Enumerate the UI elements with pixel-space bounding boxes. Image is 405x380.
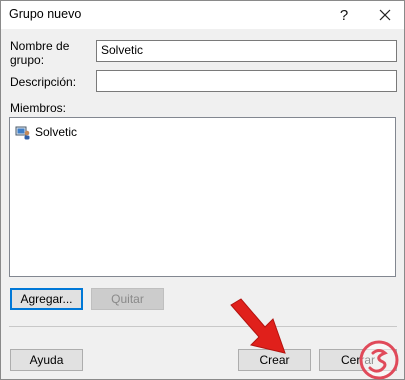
close-title-button[interactable]: [365, 1, 405, 29]
red-pointer-arrow-icon: [230, 298, 286, 354]
group-name-field[interactable]: Solvetic: [96, 40, 397, 62]
members-label: Miembros:: [10, 101, 67, 115]
group-name-label-line1: Nombre de: [10, 39, 70, 53]
new-group-dialog: Grupo nuevo ? Nombre de grupo: Solvetic …: [0, 0, 405, 380]
group-name-label: Nombre de grupo:: [10, 39, 69, 67]
window-title: Grupo nuevo: [9, 7, 82, 21]
close-icon: [379, 9, 391, 21]
separator: [9, 326, 397, 327]
help-icon: ?: [339, 6, 349, 24]
title-bar: Grupo nuevo ?: [1, 1, 404, 29]
description-label: Descripción:: [10, 75, 77, 89]
logo-icon: [359, 340, 399, 380]
group-name-label-line2: grupo:: [10, 53, 45, 67]
list-item[interactable]: Solvetic: [15, 124, 77, 140]
help-button[interactable]: Ayuda: [10, 349, 83, 371]
member-label: Solvetic: [35, 125, 78, 139]
help-title-button[interactable]: ?: [324, 1, 364, 29]
group-name-value: Solvetic: [101, 43, 144, 57]
user-group-icon: [15, 124, 31, 140]
members-list[interactable]: Solvetic: [9, 117, 396, 277]
description-field[interactable]: [96, 70, 397, 92]
add-member-button[interactable]: Agregar...: [10, 288, 83, 310]
remove-member-button[interactable]: Quitar: [91, 288, 164, 310]
